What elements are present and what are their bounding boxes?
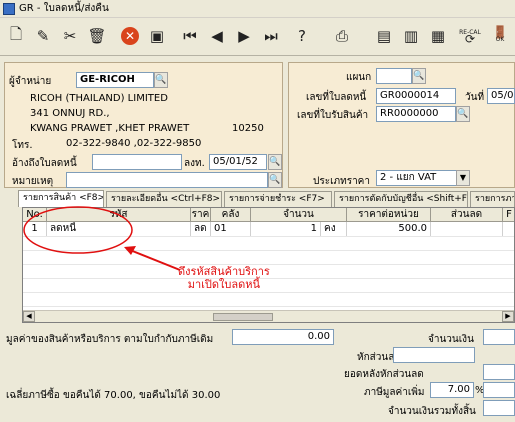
- arrow-head: [124, 246, 136, 255]
- total-label: จำนวนเงินรวมทั้งสิ้น: [388, 406, 476, 417]
- after-discount-label: ยอดหลังหักส่วนลด: [344, 369, 424, 380]
- annotation-arrow: [129, 249, 181, 271]
- after-discount-field[interactable]: [483, 364, 515, 380]
- avg-tax-label: เฉลี่ยภาษีซื้อ ขอคืนได้ 70.00, ขอคืนไม่ไ…: [6, 390, 221, 401]
- amount-field[interactable]: [483, 329, 515, 345]
- vat-label: ภาษีมูลค่าเพิ่ม: [364, 387, 425, 398]
- total-field[interactable]: [483, 400, 515, 416]
- annotation-line-1: ดึงรหัสสินค้าบริการ: [178, 265, 270, 278]
- original-value-label: มูลค่าของสินค้าหรือบริการ ตามใบกำกับภาษี…: [6, 334, 214, 345]
- annotation-line-2: มาเปิดใบลดหนี้: [187, 278, 261, 291]
- discount-field[interactable]: [393, 347, 475, 363]
- highlight-circle: [23, 206, 133, 254]
- annotation-text: ดึงรหัสสินค้าบริการ มาเปิดใบลดหนี้: [178, 265, 270, 291]
- amount-label: จำนวนเงิน: [428, 334, 474, 345]
- original-value-field[interactable]: 0.00: [232, 329, 334, 345]
- vat-amount-field[interactable]: [483, 382, 515, 398]
- vat-rate-field[interactable]: 7.00: [430, 382, 474, 398]
